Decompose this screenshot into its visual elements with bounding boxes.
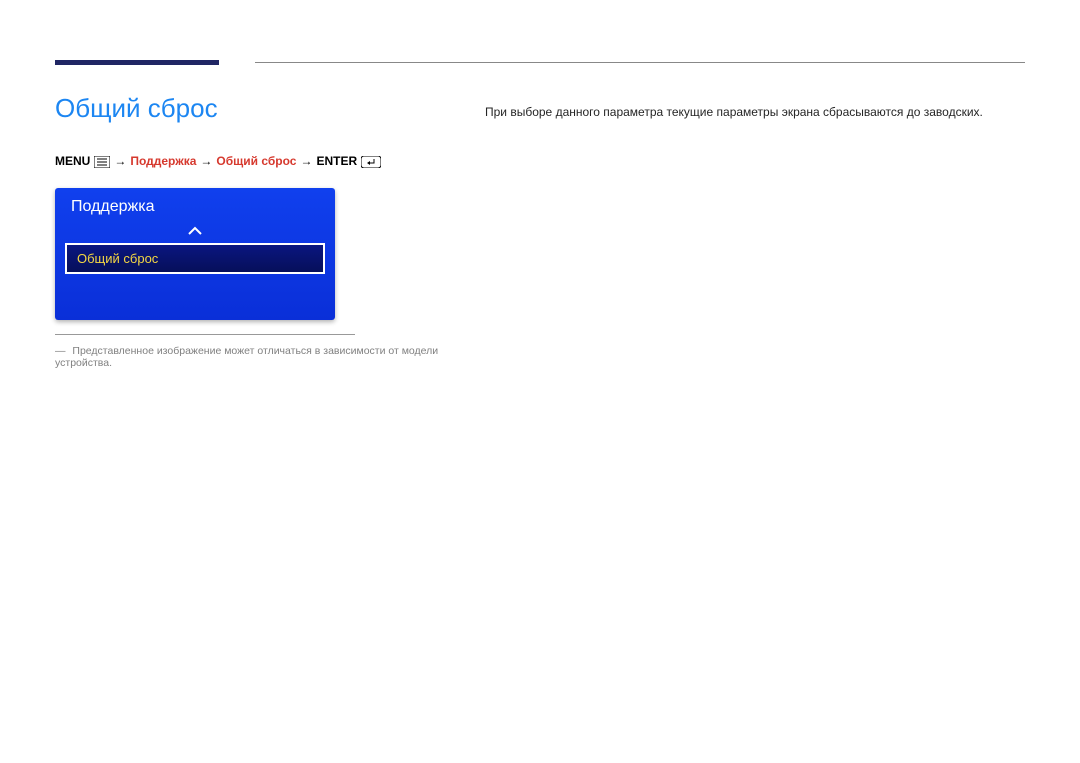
- breadcrumb-arrow: →: [200, 154, 212, 168]
- separator-line: [55, 334, 355, 335]
- breadcrumb: MENU → Поддержка → Общий сброс → ENTER: [55, 154, 455, 168]
- footnote-dash: ―: [55, 345, 66, 357]
- page-title: Общий сброс: [55, 93, 455, 124]
- footnote: ― Представленное изображение может отлич…: [55, 345, 455, 369]
- breadcrumb-enter-label: ENTER: [316, 154, 357, 168]
- enter-icon: [361, 154, 381, 168]
- footnote-text: Представленное изображение может отличат…: [55, 345, 438, 369]
- right-column: При выборе данного параметра текущие пар…: [485, 93, 1025, 369]
- breadcrumb-item-2: Общий сброс: [216, 154, 296, 168]
- osd-title: Поддержка: [55, 188, 335, 222]
- left-column: Общий сброс MENU → Поддержка → Общий сбр…: [55, 93, 485, 369]
- menu-icon: [94, 154, 110, 168]
- top-divider-thin: [255, 62, 1025, 63]
- breadcrumb-arrow: →: [114, 154, 126, 168]
- breadcrumb-arrow: →: [300, 154, 312, 168]
- chevron-up-icon[interactable]: [55, 222, 335, 243]
- breadcrumb-menu-label: MENU: [55, 154, 90, 168]
- description-text: При выборе данного параметра текущие пар…: [485, 103, 1025, 121]
- top-divider-thick: [55, 60, 219, 65]
- osd-item-reset-all[interactable]: Общий сброс: [65, 243, 325, 274]
- osd-item-label: Общий сброс: [77, 251, 158, 266]
- breadcrumb-item-1: Поддержка: [130, 154, 196, 168]
- osd-bottom-padding: [55, 284, 335, 320]
- top-divider: [55, 60, 1025, 65]
- osd-panel: Поддержка Общий сброс: [55, 188, 335, 320]
